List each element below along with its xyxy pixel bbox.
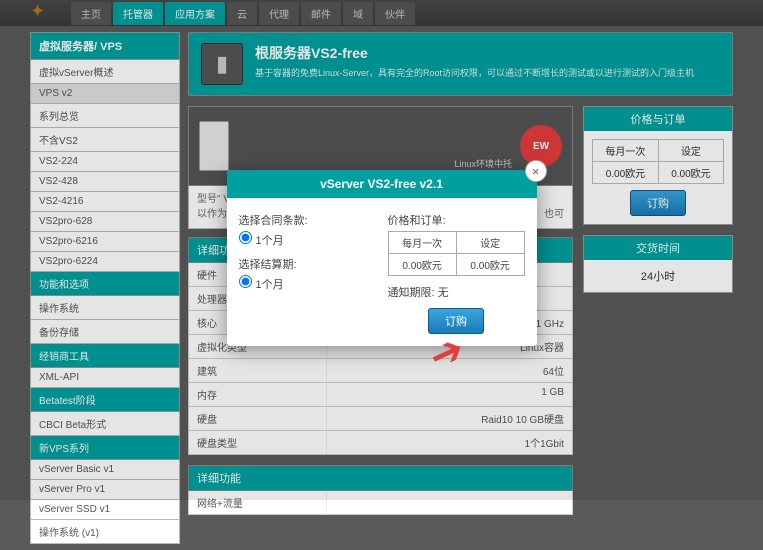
order-modal: × vServer VS2-free v2.1 选择合同条款: 1个月 选择结算…: [227, 170, 537, 346]
close-icon[interactable]: ×: [525, 160, 547, 182]
field-label: 价格和订单:: [388, 212, 525, 228]
modal-order-button[interactable]: 订购: [428, 308, 484, 334]
sb-item[interactable]: 操作系统 (v1): [30, 520, 180, 544]
field-label: 选择结算期:: [239, 256, 376, 272]
radio-term[interactable]: 1个月: [239, 231, 376, 248]
field-label: 选择合同条款:: [239, 212, 376, 228]
sb-item[interactable]: vServer SSD v1: [30, 500, 180, 520]
notice-label: 通知期限: 无: [388, 284, 525, 300]
modal-overlay: × vServer VS2-free v2.1 选择合同条款: 1个月 选择结算…: [0, 0, 763, 500]
modal-title: vServer VS2-free v2.1: [227, 170, 537, 198]
radio-billing[interactable]: 1个月: [239, 275, 376, 292]
modal-price-table: 每月一次设定 0.00欧元0.00欧元: [388, 231, 525, 276]
